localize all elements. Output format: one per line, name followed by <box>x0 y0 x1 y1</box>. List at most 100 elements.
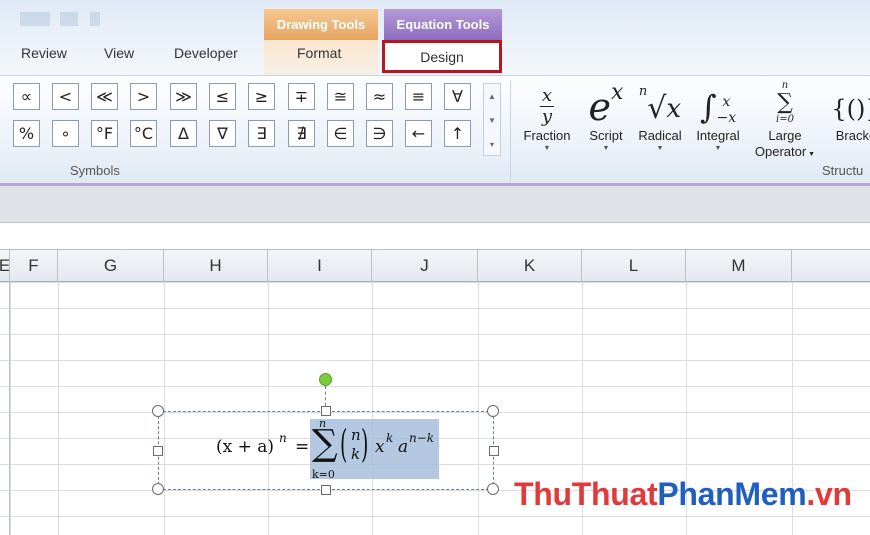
column-header[interactable]: K <box>478 250 582 282</box>
symbol-button[interactable]: ∄ <box>288 120 315 147</box>
symbol-button[interactable]: ∓ <box>288 83 315 110</box>
context-tab-equation-tools: Equation Tools <box>384 9 502 40</box>
symbol-button[interactable]: ∀ <box>444 83 471 110</box>
eq-binom-open: ( <box>340 422 348 466</box>
eq-equals: = <box>295 437 310 457</box>
symbol-button[interactable]: ∋ <box>366 120 393 147</box>
fraction-button[interactable]: xy Fraction ▼ <box>518 78 576 164</box>
symbol-button[interactable]: ← <box>405 120 432 147</box>
tab-view[interactable]: View <box>104 45 134 61</box>
symbol-button[interactable]: ≤ <box>209 83 236 110</box>
eq-binom-bottom: k <box>351 445 361 463</box>
symbol-button[interactable]: < <box>52 83 79 110</box>
large-operator-label: Large <box>768 128 802 143</box>
eq-lhs: (x + a) <box>216 437 275 457</box>
watermark-logo: ThuThuatPhanMem.vn <box>514 476 852 513</box>
large-operator-button[interactable]: n ∑ i=0 Large Operator ▼ <box>750 78 820 164</box>
column-header[interactable]: M <box>686 250 792 282</box>
group-divider <box>510 80 511 182</box>
watermark-part1: ThuThuat <box>514 476 658 512</box>
formula-bar[interactable] <box>0 223 870 250</box>
symbol-button[interactable]: ∝ <box>13 83 40 110</box>
tab-review[interactable]: Review <box>21 45 67 61</box>
eq-x-exp: k <box>386 431 394 445</box>
dropdown-arrow-icon: ▼ <box>806 151 816 158</box>
column-header[interactable]: L <box>582 250 686 282</box>
resize-handle-top[interactable] <box>321 406 331 416</box>
fraction-icon: xy <box>540 85 554 127</box>
bracket-button[interactable]: {()} Bracke <box>826 78 870 164</box>
grid-line <box>268 282 269 535</box>
eq-binom-close: ) <box>361 422 369 466</box>
toolbar-strip <box>0 186 870 223</box>
symbol-button[interactable]: ≈ <box>366 83 393 110</box>
watermark-part3: .vn <box>806 476 852 512</box>
large-operator-label-2: Operator <box>754 144 807 159</box>
scroll-down-icon[interactable]: ▼ <box>484 108 500 132</box>
column-header[interactable]: H <box>164 250 268 282</box>
dropdown-arrow-icon: ▼ <box>543 145 551 152</box>
eq-a-exp: n−k <box>409 431 435 445</box>
column-header[interactable]: G <box>58 250 164 282</box>
symbol-button[interactable]: ↑ <box>444 120 471 147</box>
resize-handle-bottom-right[interactable] <box>487 483 499 495</box>
column-header[interactable]: I <box>268 250 372 282</box>
quick-access-toolbar <box>20 12 140 26</box>
column-header[interactable]: J <box>372 250 478 282</box>
bracket-label: Bracke <box>835 128 870 143</box>
scroll-up-icon[interactable]: ▲ <box>484 84 500 108</box>
group-label-structures: Structu <box>822 163 864 178</box>
symbol-button[interactable]: ∆ <box>170 120 197 147</box>
context-tab-drawing-tools: Drawing Tools <box>264 9 378 40</box>
eq-lhs-exp: n <box>279 431 287 445</box>
group-label-symbols: Symbols <box>70 163 120 178</box>
resize-handle-bottom-left[interactable] <box>152 483 164 495</box>
resize-handle-bottom[interactable] <box>321 485 331 495</box>
resize-handle-top-left[interactable] <box>152 405 164 417</box>
rotation-handle[interactable] <box>319 373 332 386</box>
radical-icon: n √ x <box>638 84 682 126</box>
resize-handle-top-right[interactable] <box>487 405 499 417</box>
symbol-button[interactable]: > <box>130 83 157 110</box>
symbols-scroll: ▲ ▼ ▾ <box>483 83 501 156</box>
dropdown-arrow-icon: ▼ <box>602 145 610 152</box>
eq-a: a <box>398 437 409 457</box>
grid-line <box>164 282 165 535</box>
eq-sum: ∑ <box>312 423 338 464</box>
tab-design[interactable]: Design <box>382 40 502 73</box>
script-label: Script <box>589 128 623 143</box>
script-button[interactable]: ex Script ▼ <box>583 78 629 164</box>
symbol-button[interactable]: ∈ <box>327 120 354 147</box>
symbol-button[interactable]: % <box>13 120 40 147</box>
tab-format[interactable]: Format <box>297 45 341 61</box>
symbol-button[interactable]: ∃ <box>248 120 275 147</box>
eq-sum-lower: k=0 <box>312 468 335 481</box>
large-operator-icon: n ∑ i=0 <box>776 80 794 125</box>
rotation-stem <box>325 386 326 406</box>
bracket-icon: {()} <box>831 95 870 123</box>
dropdown-arrow-icon: ▼ <box>656 145 664 152</box>
integral-button[interactable]: ∫ x −x Integral ▼ <box>690 78 746 164</box>
more-icon[interactable]: ▾ <box>484 132 500 156</box>
fraction-label: Fraction <box>523 128 571 143</box>
column-header[interactable]: F <box>10 250 58 282</box>
resize-handle-left[interactable] <box>153 446 163 456</box>
radical-label: Radical <box>638 128 682 143</box>
grid-line <box>372 282 373 535</box>
symbol-button[interactable]: ∘ <box>52 120 79 147</box>
resize-handle-right[interactable] <box>489 446 499 456</box>
watermark-part2: PhanMem <box>657 476 807 512</box>
symbol-button[interactable]: ≪ <box>91 83 118 110</box>
grid-line <box>10 282 11 535</box>
symbol-button[interactable]: ≥ <box>248 83 275 110</box>
symbol-button[interactable]: °F <box>91 120 118 147</box>
symbol-button[interactable]: °C <box>130 120 157 147</box>
tab-developer[interactable]: Developer <box>174 45 238 61</box>
eq-x: x <box>375 437 385 457</box>
symbol-button[interactable]: ≡ <box>405 83 432 110</box>
symbol-button[interactable]: ≫ <box>170 83 197 110</box>
symbol-button[interactable]: ∇ <box>209 120 236 147</box>
script-icon: ex <box>588 80 624 129</box>
radical-button[interactable]: n √ x Radical ▼ <box>634 78 686 164</box>
symbol-button[interactable]: ≅ <box>327 83 354 110</box>
